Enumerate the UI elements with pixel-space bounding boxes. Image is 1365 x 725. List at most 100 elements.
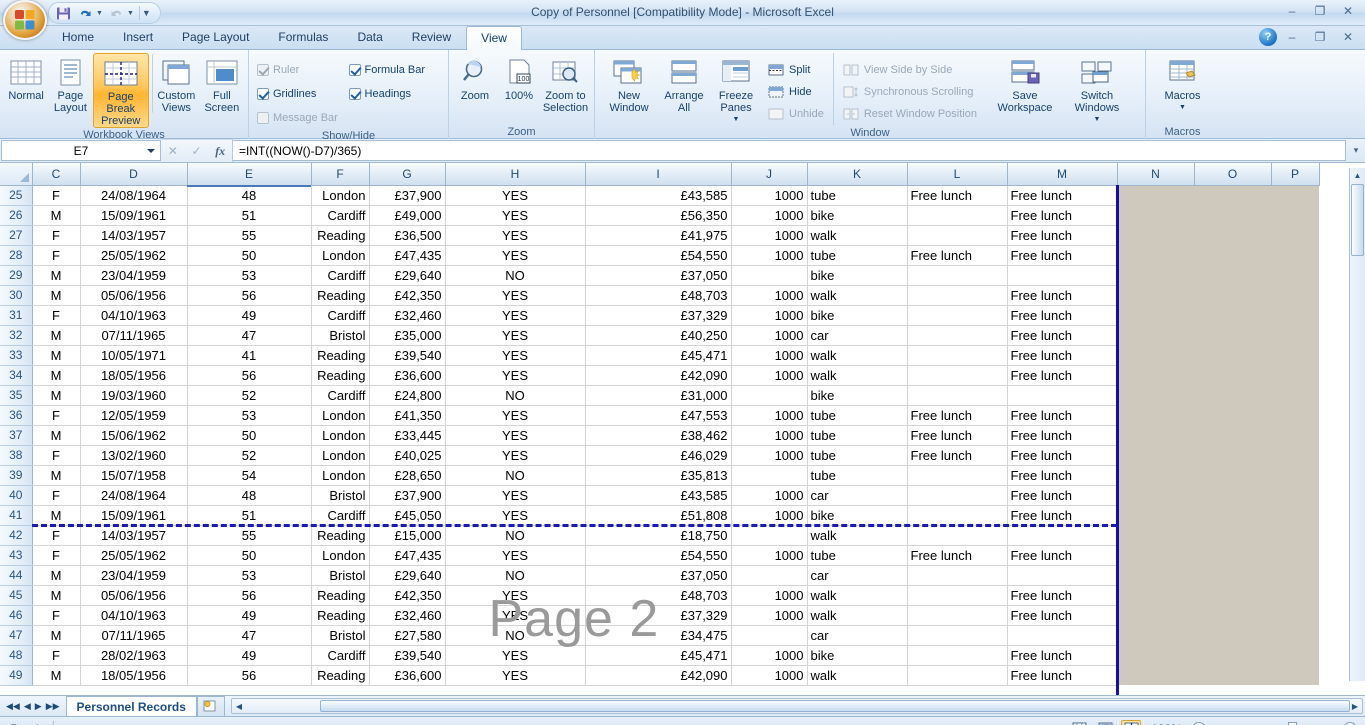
cell-E32[interactable]: 47 [186,325,312,346]
row-header-37[interactable]: 37 [0,425,33,446]
cell-outside-print-area[interactable] [1271,625,1319,645]
row-header-35[interactable]: 35 [0,385,33,406]
cell-C35[interactable]: M [32,385,81,406]
cell-H49[interactable]: YES [445,665,586,686]
cell-I49[interactable]: £42,090 [585,665,732,686]
status-page-break-view-button[interactable] [1121,719,1142,725]
cell-M39[interactable]: Free lunch [1007,465,1118,486]
cell-I32[interactable]: £40,250 [585,325,732,346]
row-header-30[interactable]: 30 [0,285,33,306]
cell-H43[interactable]: YES [445,545,586,566]
cell-M46[interactable]: Free lunch [1007,605,1118,626]
cell-D30[interactable]: 05/06/1956 [80,285,188,306]
cell-outside-print-area[interactable] [1117,325,1194,345]
cell-outside-print-area[interactable] [1117,485,1194,505]
table-row[interactable]: 40 F 24/08/1964 48 Bristol £37,900 YES £43,585 1… [0,485,1319,506]
cell-J27[interactable]: 1000 [731,225,808,246]
cell-F30[interactable]: Reading [311,285,370,306]
cell-G40[interactable]: £37,900 [369,485,446,506]
cell-M45[interactable]: Free lunch [1007,585,1118,606]
custom-views-button[interactable]: Custom Views [151,53,200,114]
cell-C30[interactable]: M [32,285,81,306]
table-row[interactable]: 45 M 05/06/1956 56 Reading £42,350 YES £48,703 1… [0,585,1319,606]
row-header-48[interactable]: 48 [0,645,33,666]
cell-outside-print-area[interactable] [1271,365,1319,385]
formula-bar-checkbox[interactable] [348,64,361,76]
zoom-to-selection-button[interactable]: Zoom to Selection [541,53,590,114]
cell-D28[interactable]: 25/05/1962 [80,245,188,266]
cell-H32[interactable]: YES [445,325,586,346]
cell-E35[interactable]: 52 [186,385,312,406]
cell-M43[interactable]: Free lunch [1007,545,1118,566]
cell-F35[interactable]: Cardiff [311,385,370,406]
cell-M38[interactable]: Free lunch [1007,445,1118,466]
cell-L49[interactable] [907,665,1008,686]
cancel-icon[interactable]: ✕ [168,144,178,158]
cell-I48[interactable]: £45,471 [585,645,732,666]
cell-H30[interactable]: YES [445,285,586,306]
cell-J35[interactable] [731,385,808,406]
cell-J47[interactable] [731,625,808,646]
vertical-scroll-thumb[interactable] [1351,184,1364,256]
column-header-H[interactable]: H [445,163,586,186]
cell-F25[interactable]: London [311,185,370,206]
cell-J26[interactable]: 1000 [731,205,808,226]
row-header-46[interactable]: 46 [0,605,33,626]
cell-H27[interactable]: YES [445,225,586,246]
cell-E41[interactable]: 51 [186,505,312,526]
cell-outside-print-area[interactable] [1117,465,1194,485]
row-header-33[interactable]: 33 [0,345,33,366]
cell-K45[interactable]: walk [807,585,908,606]
cell-F26[interactable]: Cardiff [311,205,370,226]
cell-J41[interactable]: 1000 [731,505,808,526]
cell-M35[interactable] [1007,385,1118,406]
cell-outside-print-area[interactable] [1117,245,1194,265]
cell-L30[interactable] [907,285,1008,306]
cell-E31[interactable]: 49 [186,305,312,326]
cell-G36[interactable]: £41,350 [369,405,446,426]
cell-outside-print-area[interactable] [1194,185,1271,205]
switch-windows-button[interactable]: Switch Windows ▼ [1062,53,1132,126]
cell-outside-print-area[interactable] [1194,605,1271,625]
cell-E34[interactable]: 56 [186,365,312,386]
cell-outside-print-area[interactable] [1194,385,1271,405]
unhide-button[interactable]: Unhide [763,103,829,125]
cell-M27[interactable]: Free lunch [1007,225,1118,246]
cell-M40[interactable]: Free lunch [1007,485,1118,506]
cell-H39[interactable]: NO [445,465,586,486]
cell-M41[interactable]: Free lunch [1007,505,1118,526]
page-layout-view-button[interactable]: Page Layout [48,53,92,114]
column-header-C[interactable]: C [32,163,81,186]
table-row[interactable]: 48 F 28/02/1963 49 Cardiff £39,540 YES £45,471 1… [0,645,1319,666]
cell-F42[interactable]: Reading [311,525,370,546]
freeze-panes-button[interactable]: Freeze Panes ▼ [709,53,763,126]
cell-outside-print-area[interactable] [1194,345,1271,365]
cell-D40[interactable]: 24/08/1964 [80,485,188,506]
cell-K27[interactable]: walk [807,225,908,246]
cell-outside-print-area[interactable] [1271,565,1319,585]
minimize-button[interactable]: – [1279,2,1305,20]
cell-D41[interactable]: 15/09/1961 [80,505,188,526]
cell-J32[interactable]: 1000 [731,325,808,346]
cell-G33[interactable]: £39,540 [369,345,446,366]
cell-C42[interactable]: F [32,525,81,546]
cell-C33[interactable]: M [32,345,81,366]
cell-L33[interactable] [907,345,1008,366]
cell-C39[interactable]: M [32,465,81,486]
cell-J39[interactable] [731,465,808,486]
tab-view[interactable]: View [466,26,522,50]
cell-J45[interactable]: 1000 [731,585,808,606]
cell-outside-print-area[interactable] [1117,525,1194,545]
cell-outside-print-area[interactable] [1271,225,1319,245]
cell-F48[interactable]: Cardiff [311,645,370,666]
cell-C37[interactable]: M [32,425,81,446]
cell-J30[interactable]: 1000 [731,285,808,306]
restore-button[interactable]: ❐ [1307,2,1333,20]
cell-I41[interactable]: £51,808 [585,505,732,526]
cell-outside-print-area[interactable] [1194,585,1271,605]
cell-F44[interactable]: Bristol [311,565,370,586]
cell-F36[interactable]: London [311,405,370,426]
spreadsheet-grid[interactable]: CDEFGHIJKLMNOP 25 F 24/08/1964 48 London £37,… [0,163,1365,695]
cell-F43[interactable]: London [311,545,370,566]
reset-window-position-button[interactable]: Reset Window Position [838,103,982,125]
